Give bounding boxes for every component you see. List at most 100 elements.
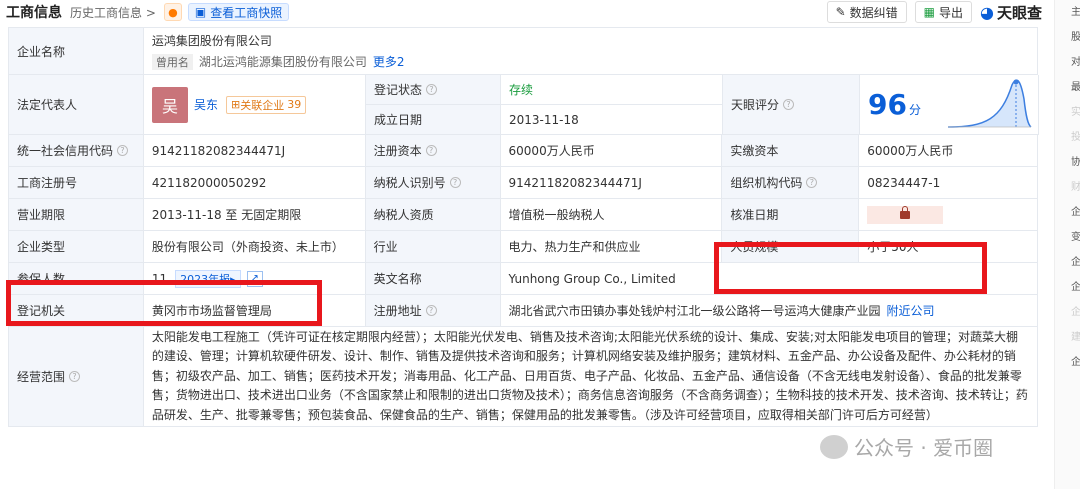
table-row: 营业期限 2013-11-18 至 无固定期限 纳税人资质 增值税一般纳税人 核… (9, 199, 1039, 231)
capital: 60000万人民币 (501, 135, 723, 166)
type-label: 企业类型 (9, 231, 144, 262)
table-row: 法定代表人 吴 吴东 ⊞ 关联企业 39 (9, 75, 366, 135)
right-nav-strip: 主股对最实投协财企变企企企建企 (1054, 0, 1080, 489)
side-nav-item[interactable]: 股 (1071, 25, 1080, 50)
org-code-label: 组织机构代码? (722, 167, 860, 198)
help-icon[interactable]: ? (69, 371, 81, 382)
former-name-tag: 曾用名 (151, 53, 193, 70)
network-icon: ⊞ (231, 98, 241, 111)
credit-code: 91421182082344471J (144, 135, 366, 166)
tax-qual: 增值税一般纳税人 (501, 199, 723, 230)
former-more-link[interactable]: 更多2 (373, 53, 405, 70)
edit-icon: ✎ (835, 5, 846, 19)
snapshot-label: 查看工商快照 (210, 5, 283, 20)
table-row: 成立日期 2013-11-18 (366, 105, 723, 135)
export-button[interactable]: ▦ 导出 (914, 1, 973, 23)
section-header: 工商信息 历史工商信息 > ● ▣ 查看工商快照 ✎ 数据纠错 ▦ 导出 ◕ 天… (0, 0, 1046, 24)
side-nav-item[interactable]: 变 (1071, 225, 1080, 250)
company-name-label: 企业名称 (9, 28, 144, 74)
found-date-label: 成立日期 (366, 105, 501, 134)
side-nav-item[interactable]: 企 (1071, 300, 1080, 325)
former-name: 湖北运鸿能源集团股份有限公司 (198, 55, 367, 69)
side-nav-item[interactable]: 对 (1071, 50, 1080, 75)
history-link[interactable]: 历史工商信息 > (70, 4, 156, 21)
legal-rep-cell: 吴 吴东 ⊞ 关联企业 39 (144, 75, 366, 134)
score-value: 96 (868, 88, 907, 121)
logo-icon: ◕ (980, 2, 994, 22)
approve-date-cell (859, 199, 1039, 230)
side-nav-item[interactable]: 财 (1071, 175, 1080, 200)
address: 湖北省武穴市田镇办事处钱炉村江北一级公路将一号运鸿大健康产业园 (508, 304, 881, 318)
logo-text: 天眼查 (996, 3, 1042, 22)
tax-id-label: 纳税人识别号? (365, 167, 501, 198)
watermark: 公众号 · 爱币圈 (820, 432, 993, 461)
lock-icon[interactable] (867, 205, 944, 224)
biz-reg-label: 工商注册号 (9, 167, 144, 198)
tax-id: 91421182082344471J (501, 167, 723, 198)
capital-label: 注册资本? (365, 135, 501, 166)
data-correction-label: 数据纠错 (849, 5, 898, 20)
side-nav-item[interactable]: 建 (1071, 325, 1080, 350)
table-row: 企业名称 运鸿集团股份有限公司 曾用名 湖北运鸿能源集团股份有限公司 更多2 (9, 28, 1038, 75)
table-row: 经营范围? 太阳能发电工程施工（凭许可证在核定期限内经营）；太阳能光伏发电、销售… (9, 327, 1038, 427)
help-icon[interactable]: ? (425, 145, 437, 156)
section-title: 工商信息 (6, 5, 62, 21)
snapshot-button[interactable]: ▣ 查看工商快照 (187, 3, 290, 21)
side-nav-item[interactable]: 企 (1071, 200, 1080, 225)
help-icon[interactable]: ? (449, 177, 461, 188)
score-unit: 分 (908, 103, 921, 117)
bell-icon[interactable]: ● (163, 3, 182, 21)
assoc-count: 39 (287, 98, 302, 111)
help-icon[interactable]: ? (783, 99, 795, 110)
legal-rep-name[interactable]: 吴东 (194, 96, 218, 113)
export-icon: ▦ (923, 5, 935, 19)
company-name: 运鸿集团股份有限公司 (151, 34, 272, 48)
company-type: 股份有限公司（外商投资、未上市） (144, 231, 366, 262)
approve-date-label: 核准日期 (722, 199, 860, 230)
help-icon[interactable]: ? (425, 305, 437, 316)
help-icon[interactable]: ? (806, 177, 818, 188)
business-scope: 太阳能发电工程施工（凭许可证在核定期限内经营）；太阳能光伏发电、销售及技术咨询;… (144, 327, 1038, 426)
address-cell: 湖北省武穴市田镇办事处钱炉村江北一级公路将一号运鸿大健康产业园 附近公司 (501, 295, 1038, 326)
former-name-line: 曾用名 湖北运鸿能源集团股份有限公司 更多2 (151, 53, 405, 70)
scope-label: 经营范围? (9, 327, 144, 426)
wechat-icon (820, 434, 848, 459)
table-row: 登记状态? 存续 (366, 75, 723, 105)
table-row: 天眼评分? 96 分 (723, 75, 1039, 135)
avatar[interactable]: 吴 (152, 86, 188, 123)
help-icon[interactable]: ? (117, 145, 129, 156)
paid-capital: 60000万人民币 (859, 135, 1039, 166)
data-correction-button[interactable]: ✎ 数据纠错 (826, 1, 907, 23)
table-row: 工商注册号 421182000050292 纳税人识别号? 9142118208… (9, 167, 1039, 199)
associated-company-tag[interactable]: ⊞ 关联企业 39 (226, 95, 307, 114)
side-nav-item[interactable]: 协 (1071, 150, 1080, 175)
paid-capital-label: 实缴资本 (722, 135, 860, 166)
watermark-text: 公众号 · 爱币圈 (854, 436, 994, 460)
score-label: 天眼评分? (723, 75, 860, 134)
org-code: 08234447-1 (859, 167, 1039, 198)
assoc-label: 关联企业 (240, 98, 285, 112)
score-distribution-chart (947, 79, 1032, 128)
side-nav-item[interactable]: 实 (1071, 100, 1080, 125)
term: 2013-11-18 至 无固定期限 (144, 199, 366, 230)
help-icon[interactable]: ? (426, 84, 438, 95)
found-date: 2013-11-18 (501, 105, 723, 134)
side-nav-item[interactable]: 企 (1071, 250, 1080, 275)
legal-rep-label: 法定代表人 (9, 75, 144, 134)
camera-icon: ▣ (194, 5, 207, 19)
side-nav-item[interactable]: 主 (1071, 0, 1080, 25)
industry-label: 行业 (365, 231, 501, 262)
nearby-companies-link[interactable]: 附近公司 (887, 302, 935, 319)
side-nav-item[interactable]: 企 (1071, 350, 1080, 375)
tianyancha-logo: ◕ 天眼查 (980, 2, 1042, 23)
side-nav-item[interactable]: 最 (1071, 75, 1080, 100)
side-nav-item[interactable]: 企 (1071, 275, 1080, 300)
tax-qual-label: 纳税人资质 (365, 199, 501, 230)
business-info-table: 企业名称 运鸿集团股份有限公司 曾用名 湖北运鸿能源集团股份有限公司 更多2 法… (8, 27, 1039, 427)
score-cell: 96 分 (860, 75, 1039, 134)
legal-block: 法定代表人 吴 吴东 ⊞ 关联企业 39 登记状态? 存续 成立日期 2013-… (9, 75, 1039, 135)
address-label: 注册地址? (365, 295, 501, 326)
side-nav-item[interactable]: 投 (1071, 125, 1080, 150)
term-label: 营业期限 (9, 199, 144, 230)
highlight-box-staff (714, 242, 987, 294)
